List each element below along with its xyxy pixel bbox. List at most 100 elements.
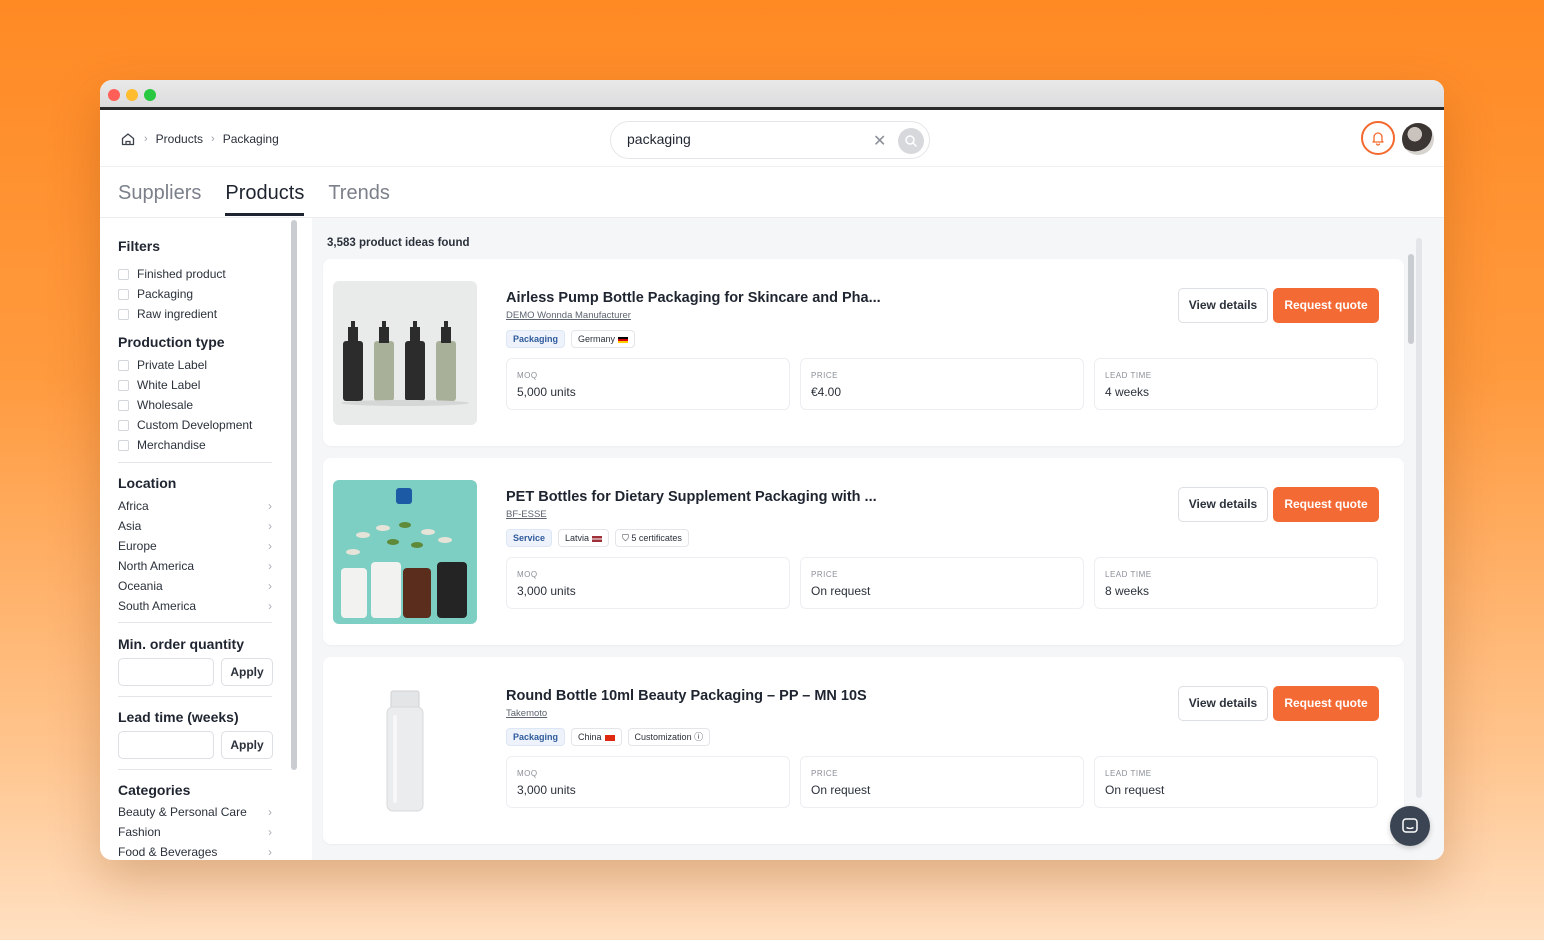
- checkbox[interactable]: [118, 308, 129, 320]
- supplier-link[interactable]: DEMO Wonnda Manufacturer: [506, 310, 631, 321]
- lead-time-apply-button[interactable]: Apply: [221, 731, 273, 759]
- moq-apply-button[interactable]: Apply: [221, 658, 273, 686]
- product-title[interactable]: Round Bottle 10ml Beauty Packaging – PP …: [506, 688, 867, 704]
- production-type-title: Production type: [118, 334, 225, 350]
- lead-time-label: LEAD TIME: [1105, 570, 1152, 579]
- checkbox[interactable]: [118, 268, 129, 280]
- filter-private-label[interactable]: Private Label: [118, 358, 207, 372]
- moq-stat: MOQ 5,000 units: [506, 358, 790, 410]
- avatar[interactable]: [1402, 123, 1434, 155]
- filter-finished-product[interactable]: Finished product: [118, 267, 226, 281]
- product-image[interactable]: [333, 281, 477, 425]
- filter-white-label[interactable]: White Label: [118, 378, 200, 392]
- location-oceania[interactable]: Oceania ›: [118, 579, 272, 593]
- tab-products[interactable]: Products: [225, 182, 305, 216]
- chevron-right-icon: ›: [268, 499, 272, 513]
- checkbox[interactable]: [118, 359, 129, 371]
- country-label: Latvia: [565, 533, 590, 543]
- price-stat: PRICE On request: [800, 557, 1084, 609]
- product-tags: Packaging Germany: [506, 330, 636, 348]
- minimize-window-button[interactable]: [126, 89, 138, 101]
- divider: [118, 696, 272, 697]
- card-scrollbar[interactable]: [1408, 254, 1414, 344]
- moq-value: 3,000 units: [517, 783, 576, 797]
- breadcrumb-products[interactable]: Products: [156, 132, 203, 146]
- chevron-right-icon: ›: [268, 539, 272, 553]
- results-scrollbar-track[interactable]: [1416, 238, 1422, 798]
- categories-title: Categories: [118, 782, 191, 798]
- checkbox[interactable]: [118, 399, 129, 411]
- location-africa[interactable]: Africa ›: [118, 499, 272, 513]
- category-food-beverages[interactable]: Food & Beverages ›: [118, 845, 272, 859]
- moq-stat: MOQ 3,000 units: [506, 756, 790, 808]
- filter-raw-ingredient[interactable]: Raw ingredient: [118, 307, 217, 321]
- sidebar-scrollbar[interactable]: [291, 220, 297, 770]
- moq-label: MOQ: [517, 570, 538, 579]
- filters-sidebar: Filters Finished product Packaging Raw i…: [100, 218, 300, 860]
- chevron-right-icon: ›: [144, 133, 148, 145]
- close-window-button[interactable]: [108, 89, 120, 101]
- lead-time-label: LEAD TIME: [1105, 371, 1152, 380]
- view-details-button[interactable]: View details: [1178, 487, 1268, 522]
- supplier-link[interactable]: Takemoto: [506, 708, 547, 719]
- chat-support-button[interactable]: [1390, 806, 1430, 846]
- filter-packaging[interactable]: Packaging: [118, 287, 193, 301]
- product-card[interactable]: Round Bottle 10ml Beauty Packaging – PP …: [323, 657, 1404, 844]
- country-tag: Latvia: [558, 529, 610, 547]
- china-flag-icon: [604, 734, 615, 741]
- supplier-link[interactable]: BF-ESSE: [506, 509, 547, 520]
- request-quote-button[interactable]: Request quote: [1273, 288, 1379, 323]
- product-title[interactable]: PET Bottles for Dietary Supplement Packa…: [506, 489, 877, 505]
- category-beauty[interactable]: Beauty & Personal Care ›: [118, 805, 272, 819]
- tab-suppliers[interactable]: Suppliers: [118, 182, 201, 216]
- divider: [118, 622, 272, 623]
- lead-time-input[interactable]: [118, 731, 214, 759]
- price-value: On request: [811, 783, 871, 797]
- product-tags: Service Latvia ⛉ 5 certificates: [506, 529, 689, 547]
- checkbox[interactable]: [118, 439, 129, 451]
- checkbox[interactable]: [118, 379, 129, 391]
- product-image[interactable]: [333, 679, 477, 823]
- product-card[interactable]: PET Bottles for Dietary Supplement Packa…: [323, 458, 1404, 645]
- category-label: Food & Beverages: [118, 845, 218, 859]
- home-icon[interactable]: [120, 131, 136, 147]
- product-card[interactable]: Airless Pump Bottle Packaging for Skinca…: [323, 259, 1404, 446]
- moq-label: MOQ: [517, 371, 538, 380]
- notifications-button[interactable]: [1361, 121, 1395, 155]
- request-quote-button[interactable]: Request quote: [1273, 686, 1379, 721]
- product-tags: Packaging China Customization ⓘ: [506, 728, 711, 746]
- chevron-right-icon: ›: [268, 845, 272, 859]
- checkbox[interactable]: [118, 419, 129, 431]
- maximize-window-button[interactable]: [144, 89, 156, 101]
- price-label: PRICE: [811, 769, 838, 778]
- search-input[interactable]: [627, 131, 857, 147]
- view-details-button[interactable]: View details: [1178, 686, 1268, 721]
- location-asia[interactable]: Asia ›: [118, 519, 272, 533]
- request-quote-button[interactable]: Request quote: [1273, 487, 1379, 522]
- lead-time-stat: LEAD TIME 4 weeks: [1094, 358, 1378, 410]
- filter-custom-development[interactable]: Custom Development: [118, 418, 252, 432]
- moq-value: 5,000 units: [517, 385, 576, 399]
- view-details-button[interactable]: View details: [1178, 288, 1268, 323]
- moq-value: 3,000 units: [517, 584, 576, 598]
- location-europe[interactable]: Europe ›: [118, 539, 272, 553]
- product-title[interactable]: Airless Pump Bottle Packaging for Skinca…: [506, 290, 881, 306]
- moq-input[interactable]: [118, 658, 214, 686]
- category-tag: Packaging: [506, 330, 566, 348]
- product-image[interactable]: [333, 480, 477, 624]
- lead-time-stat: LEAD TIME 8 weeks: [1094, 557, 1378, 609]
- category-fashion[interactable]: Fashion ›: [118, 825, 272, 839]
- tab-trends[interactable]: Trends: [328, 182, 390, 216]
- category-tag: Packaging: [506, 728, 566, 746]
- lead-time-value: 4 weeks: [1105, 385, 1150, 399]
- filter-wholesale[interactable]: Wholesale: [118, 398, 193, 412]
- filter-merchandise[interactable]: Merchandise: [118, 438, 206, 452]
- breadcrumb-packaging[interactable]: Packaging: [223, 132, 279, 146]
- divider: [118, 769, 272, 770]
- location-north-america[interactable]: North America ›: [118, 559, 272, 573]
- checkbox[interactable]: [118, 288, 129, 300]
- close-icon[interactable]: ✕: [873, 131, 886, 151]
- location-south-america[interactable]: South America ›: [118, 599, 272, 613]
- search-button[interactable]: [898, 128, 924, 154]
- country-tag: Germany: [571, 330, 636, 348]
